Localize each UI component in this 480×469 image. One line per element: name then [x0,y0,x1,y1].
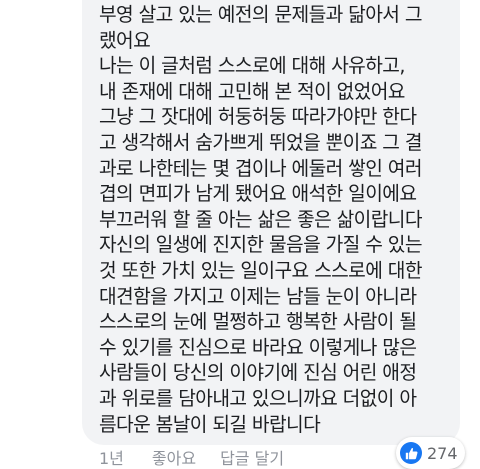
comment-bubble: 부영 살고 있는 예전의 문제들과 닮아서 그 랬어요 나는 이 글처럼 스스로… [82,0,460,445]
comment-line: 내 존재에 대해 고민해 본 적이 없었어요 [99,79,405,103]
comment-line: 과로 나한테는 몇 겹이나 에둘러 쌓인 여러 [99,156,422,180]
comment-actions: 1년 좋아요 답글 달기 [99,446,284,468]
comment-line: 겹의 면피가 남게 됐어요 애석한 일이에요 [99,182,417,206]
like-button[interactable]: 좋아요 [152,445,196,469]
comment-line: 고 생각해서 숨가쁘게 뛰었을 뿐이죠 그 결 [99,130,422,154]
comment-line: 대견함을 가지고 이제는 남들 눈이 아니라 [99,284,417,308]
comment-line: 그냥 그 잣대에 허둥허둥 따라가야만 한다 [99,105,417,129]
comment-line: 과 위로를 담아내고 있으니까요 더없이 아 [99,386,417,410]
comment-line: 사람들이 당신의 이야기에 진심 어린 애정 [99,361,417,385]
comment-line: 자신의 일생에 진지한 물음을 가질 수 있는 [99,233,422,257]
comment-line: 스스로의 눈에 멀쩡하고 행복한 사람이 될 [99,310,417,334]
comment-line: 부끄러워 할 줄 아는 삶은 좋은 삶이랍니다 [99,207,422,231]
reply-button[interactable]: 답글 달기 [220,445,284,469]
comment-timestamp[interactable]: 1년 [99,445,124,469]
thumbs-up-icon [400,442,422,464]
reaction-count: 274 [427,443,458,463]
reaction-summary[interactable]: 274 [396,437,465,469]
comment-line: 것 또한 가치 있는 일이구요 스스로에 대한 [99,258,422,282]
comment-line: 부영 살고 있는 예전의 문제들과 닮아서 그 [99,3,422,26]
comment-line: 나는 이 글처럼 스스로에 대해 사유하고, [99,54,405,78]
comment-line: 랬어요 [99,28,151,52]
comment-line: 름다운 봄날이 되길 바랍니다 [99,412,321,436]
comment-line: 수 있기를 진심으로 바라요 이렇게나 많은 [99,335,417,359]
